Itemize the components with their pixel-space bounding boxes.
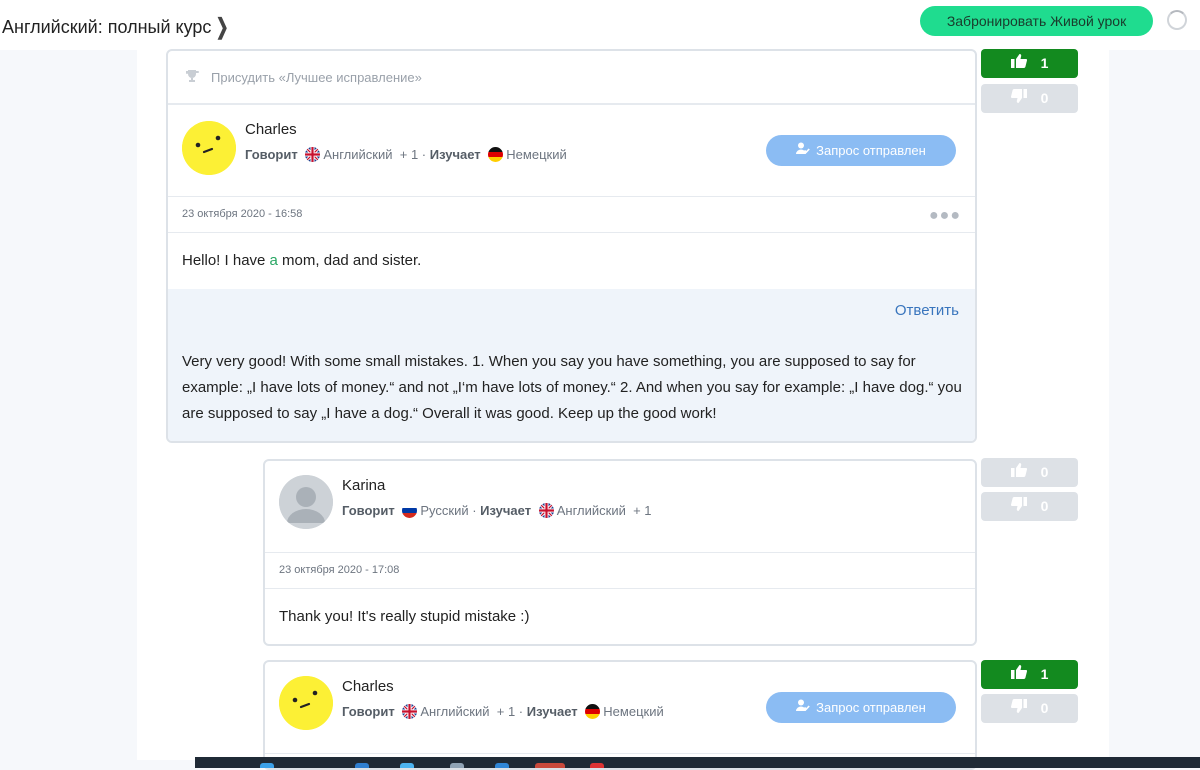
user-languages: Говорит Русский · Изучает Английский + 1 <box>342 503 652 518</box>
learns-extra[interactable]: + 1 <box>633 503 651 518</box>
date-row: 23 октября 2020 - 17:08 <box>265 553 975 589</box>
thumb-up-icon <box>1010 458 1027 487</box>
avatar[interactable] <box>182 121 236 175</box>
downvote-button[interactable]: 0 <box>981 84 1078 113</box>
user-check-icon <box>796 135 810 166</box>
thumb-down-icon <box>1010 492 1027 521</box>
flag-ru-icon <box>402 503 418 518</box>
reply-link[interactable]: Ответить <box>895 302 959 319</box>
speaks-extra[interactable]: + 1 <box>400 147 418 162</box>
chevron-right-icon[interactable]: ❯ <box>216 14 229 40</box>
request-sent-label: Запрос отправлен <box>816 143 926 158</box>
message-part: mom, dad and sister. <box>277 252 422 269</box>
upvote-count: 1 <box>1040 55 1049 71</box>
taskbar-app-icon[interactable] <box>590 763 604 768</box>
post-date: 23 октября 2020 - 17:08 <box>279 564 400 576</box>
os-taskbar <box>195 757 1200 768</box>
date-row: 23 октября 2020 - 16:58 ●●● <box>168 197 975 233</box>
upvote-button[interactable]: 1 <box>981 49 1078 78</box>
loading-spinner-icon <box>1167 10 1187 30</box>
reply-card: Charles Говорит Английский + 1 · Изучает… <box>263 660 977 770</box>
learns-language: Английский <box>556 503 626 518</box>
user-languages: Говорит Английский + 1 · Изучает Немецки… <box>342 704 664 719</box>
upvote-button[interactable]: 1 <box>981 660 1078 689</box>
user-info: Karina Говорит Русский · Изучает Английс… <box>265 461 975 553</box>
flag-de-icon <box>488 147 504 162</box>
message-part: Hello! I have <box>182 252 270 269</box>
post-date: 23 октября 2020 - 16:58 <box>182 208 303 220</box>
taskbar-app-icon[interactable] <box>355 763 369 768</box>
flag-uk-icon <box>538 503 554 518</box>
thumb-down-icon <box>1010 694 1027 723</box>
inserted-word: a <box>269 252 278 269</box>
request-sent-button[interactable]: Запрос отправлен <box>766 135 956 166</box>
speaks-language: Английский <box>323 147 393 162</box>
message-text: Hello! I have a mom, dad and sister. <box>182 252 421 269</box>
top-bar: Английский: полный курс ❯ Забронировать … <box>0 0 1200 50</box>
upvote-button[interactable]: 0 <box>981 458 1078 487</box>
course-title[interactable]: Английский: полный курс <box>2 17 211 38</box>
taskbar-app-icon[interactable] <box>400 763 414 768</box>
learns-label: Изучает <box>480 503 532 518</box>
request-sent-label: Запрос отправлен <box>816 700 926 715</box>
taskbar-app-icon[interactable] <box>495 763 509 768</box>
award-best-correction-label[interactable]: Присудить «Лучшее исправление» <box>211 70 422 85</box>
user-info: Charles Говорит Английский + 1 · Изучает… <box>168 105 975 197</box>
speaks-label: Говорит <box>342 503 395 518</box>
upvote-count: 1 <box>1040 666 1049 682</box>
user-name[interactable]: Karina <box>342 477 385 494</box>
speaks-language: Русский <box>420 503 469 518</box>
trophy-icon <box>185 69 199 83</box>
speaks-extra[interactable]: + 1 <box>497 704 515 719</box>
learns-language: Немецкий <box>603 704 664 719</box>
user-check-icon <box>796 692 810 723</box>
avatar[interactable] <box>279 475 333 529</box>
learns-language: Немецкий <box>506 147 567 162</box>
reply-card: Karina Говорит Русский · Изучает Английс… <box>263 459 977 646</box>
speaks-label: Говорит <box>245 147 298 162</box>
thumb-down-icon <box>1010 84 1027 113</box>
user-languages: Говорит Английский + 1 · Изучает Немецки… <box>245 147 567 162</box>
comment-card: Присудить «Лучшее исправление» Charles Г… <box>166 49 977 443</box>
speaks-language: Английский <box>420 704 490 719</box>
learns-label: Изучает <box>526 704 578 719</box>
downvote-count: 0 <box>1040 498 1049 514</box>
message-text: Thank you! It's really stupid mistake :) <box>279 608 530 625</box>
downvote-button[interactable]: 0 <box>981 694 1078 723</box>
user-name[interactable]: Charles <box>245 121 297 138</box>
taskbar-app-icon[interactable] <box>450 763 464 768</box>
more-dots-icon[interactable]: ●●● <box>929 207 961 225</box>
taskbar-app-icon[interactable] <box>535 763 565 768</box>
learns-label: Изучает <box>429 147 481 162</box>
taskbar-app-icon[interactable] <box>260 763 274 768</box>
speaks-label: Говорит <box>342 704 395 719</box>
correction-block: Ответить Very very good! With some small… <box>168 289 975 441</box>
thumb-up-icon <box>1010 49 1027 78</box>
user-name[interactable]: Charles <box>342 678 394 695</box>
upvote-count: 0 <box>1040 464 1049 480</box>
avatar[interactable] <box>279 676 333 730</box>
flag-uk-icon <box>402 704 418 719</box>
downvote-count: 0 <box>1040 700 1049 716</box>
book-live-lesson-button[interactable]: Забронировать Живой урок <box>920 6 1153 36</box>
correction-text: Very very good! With some small mistakes… <box>182 353 962 422</box>
award-row[interactable]: Присудить «Лучшее исправление» <box>168 51 975 105</box>
downvote-count: 0 <box>1040 90 1049 106</box>
downvote-button[interactable]: 0 <box>981 492 1078 521</box>
request-sent-button[interactable]: Запрос отправлен <box>766 692 956 723</box>
user-info: Charles Говорит Английский + 1 · Изучает… <box>265 662 975 754</box>
thumb-up-icon <box>1010 660 1027 689</box>
flag-de-icon <box>585 704 601 719</box>
flag-uk-icon <box>305 147 321 162</box>
